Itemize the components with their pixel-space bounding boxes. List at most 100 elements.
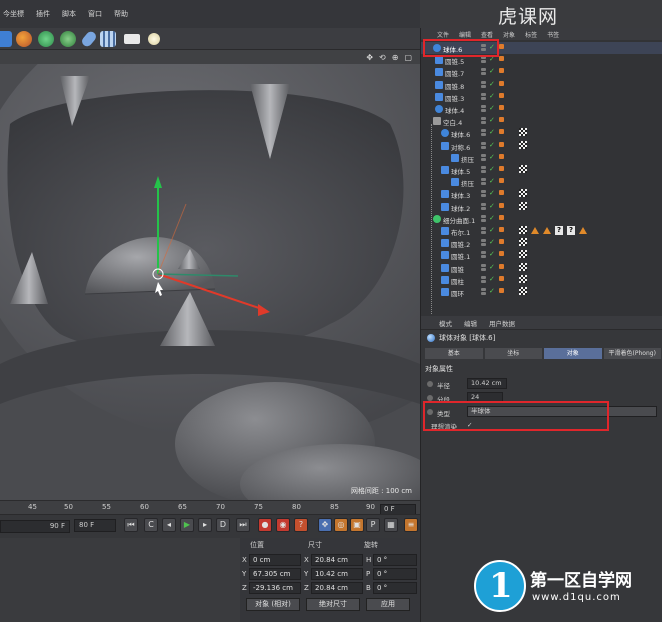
unknown-tag-icon[interactable]: ?: [555, 226, 563, 235]
material-tag-icon[interactable]: [519, 128, 527, 137]
camera-nav-icon[interactable]: ⟲: [379, 53, 386, 62]
gear-deform-icon[interactable]: [38, 31, 54, 47]
visibility-dots-icon[interactable]: [481, 190, 486, 198]
size-x-field[interactable]: 20.84 cm: [311, 554, 363, 566]
phong-tag-icon[interactable]: [499, 56, 504, 62]
material-tag-icon[interactable]: [519, 201, 527, 210]
am-menu-userdata[interactable]: 用户数据: [489, 318, 515, 328]
object-row[interactable]: 圆锥.7 ✓: [421, 66, 662, 78]
apply-button[interactable]: 应用: [366, 598, 410, 611]
enabled-check-icon[interactable]: ✓: [489, 80, 495, 88]
timeline-ruler[interactable]: 45 50 55 60 65 70 75 80 85 90: [0, 500, 420, 514]
position-z-field[interactable]: -29.136 cm: [249, 582, 301, 594]
phong-tag-icon[interactable]: [499, 178, 504, 184]
menu-item-script[interactable]: 脚本: [61, 9, 77, 19]
om-menu-bookmark[interactable]: 书签: [547, 30, 559, 39]
om-menu-edit[interactable]: 编辑: [459, 30, 471, 39]
visibility-dots-icon[interactable]: [481, 141, 486, 150]
tab-object[interactable]: 对象: [544, 348, 602, 359]
om-menu-tag[interactable]: 标签: [525, 30, 537, 39]
visibility-dots-icon[interactable]: [481, 166, 486, 174]
size-z-field[interactable]: 20.84 cm: [311, 582, 363, 594]
enabled-check-icon[interactable]: ✓: [489, 92, 495, 100]
object-row[interactable]: 球体.2 ✓: [421, 201, 662, 213]
phong-tag-icon[interactable]: [499, 227, 504, 232]
phong-tag-icon[interactable]: [499, 190, 504, 196]
phong-tag-icon[interactable]: [499, 44, 504, 49]
material-tag-icon[interactable]: [519, 287, 527, 295]
3d-viewport[interactable]: 网格间距 : 100 cm: [0, 64, 420, 500]
enabled-check-icon[interactable]: ✓: [489, 287, 495, 295]
om-menu-object[interactable]: 对象: [503, 30, 515, 39]
prev-key-button[interactable]: C: [144, 518, 158, 532]
auto-key-button[interactable]: ◉: [276, 518, 290, 532]
object-row[interactable]: 圆柱 ✓: [421, 274, 662, 286]
fullscreen-icon[interactable]: ▢: [404, 53, 412, 62]
cube-icon[interactable]: [0, 31, 12, 47]
radius-field[interactable]: 10.42 cm: [467, 378, 507, 389]
enabled-check-icon[interactable]: ✓: [489, 275, 495, 283]
object-row[interactable]: 球体.5 ✓: [421, 164, 662, 176]
warning-tag-icon[interactable]: [543, 227, 551, 234]
enabled-check-icon[interactable]: ✓: [489, 177, 495, 185]
object-row[interactable]: 球体.3 ✓: [421, 188, 662, 200]
enabled-check-icon[interactable]: ✓: [489, 141, 495, 149]
menu-item-help[interactable]: 帮助: [113, 9, 129, 19]
enabled-check-icon[interactable]: ✓: [489, 128, 495, 136]
object-row[interactable]: 圆锥.8 ✓: [421, 79, 662, 91]
phong-tag-icon[interactable]: [499, 251, 504, 257]
key-position-button[interactable]: ✥: [318, 518, 332, 532]
phong-tag-icon[interactable]: [499, 80, 504, 86]
phong-tag-icon[interactable]: [499, 117, 504, 123]
tab-phong[interactable]: 平滑着色(Phong): [603, 348, 661, 359]
tab-basic[interactable]: 基本: [425, 348, 483, 359]
capsule-icon[interactable]: [80, 29, 98, 49]
brush-icon[interactable]: [16, 31, 32, 47]
phong-tag-icon[interactable]: [499, 153, 504, 159]
rotation-h-field[interactable]: 0 °: [373, 554, 417, 566]
object-row[interactable]: 空白.4 ✓: [421, 115, 662, 127]
enabled-check-icon[interactable]: ✓: [489, 189, 495, 197]
go-end-button[interactable]: ⏭: [236, 518, 250, 532]
am-menu-mode[interactable]: 模式: [439, 318, 452, 328]
animate-dot-icon[interactable]: [427, 381, 433, 387]
enabled-check-icon[interactable]: ✓: [489, 202, 495, 210]
enabled-check-icon[interactable]: ✓: [489, 214, 495, 222]
material-tag-icon[interactable]: [519, 165, 527, 173]
object-row[interactable]: 圆锥.3 ✓: [421, 91, 662, 103]
tab-coord[interactable]: 坐标: [484, 348, 542, 359]
menu-item-window[interactable]: 窗口: [87, 9, 103, 19]
material-tag-icon[interactable]: [519, 274, 527, 283]
enabled-check-icon[interactable]: ✓: [489, 263, 495, 271]
material-tag-icon[interactable]: [519, 250, 527, 259]
phong-tag-icon[interactable]: [499, 129, 504, 135]
visibility-dots-icon[interactable]: [481, 263, 486, 272]
warning-tag-icon[interactable]: [579, 227, 587, 234]
am-menu-edit[interactable]: 编辑: [464, 318, 477, 328]
material-tag-icon[interactable]: [519, 262, 527, 271]
enabled-check-icon[interactable]: ✓: [489, 165, 495, 173]
floor-icon[interactable]: [100, 31, 116, 47]
enabled-check-icon[interactable]: ✓: [489, 104, 495, 112]
phong-tag-icon[interactable]: [499, 202, 504, 208]
unknown-tag-icon[interactable]: ?: [567, 226, 575, 235]
enabled-check-icon[interactable]: ✓: [489, 67, 495, 75]
record-button[interactable]: ●: [258, 518, 272, 532]
phong-tag-icon[interactable]: [499, 288, 504, 293]
object-row[interactable]: 细分曲面.1 ✓: [421, 213, 662, 225]
current-frame-field[interactable]: 90 F: [0, 520, 70, 533]
visibility-dots-icon[interactable]: [481, 68, 486, 76]
visibility-dots-icon[interactable]: [481, 202, 486, 211]
camera-icon[interactable]: [124, 34, 140, 44]
visibility-dots-icon[interactable]: [481, 275, 486, 284]
key-scale-button[interactable]: ▣: [350, 518, 364, 532]
enabled-check-icon[interactable]: ✓: [489, 116, 495, 124]
prev-frame-button[interactable]: ◂: [162, 518, 176, 532]
position-y-field[interactable]: 67.305 cm: [249, 568, 301, 580]
material-tag-icon[interactable]: [519, 140, 527, 149]
visibility-dots-icon[interactable]: [481, 56, 486, 64]
visibility-dots-icon[interactable]: [481, 214, 486, 223]
move-nav-icon[interactable]: ✥: [366, 53, 373, 62]
frame-value-field[interactable]: 80 F: [74, 519, 116, 532]
material-tag-icon[interactable]: [519, 226, 527, 234]
